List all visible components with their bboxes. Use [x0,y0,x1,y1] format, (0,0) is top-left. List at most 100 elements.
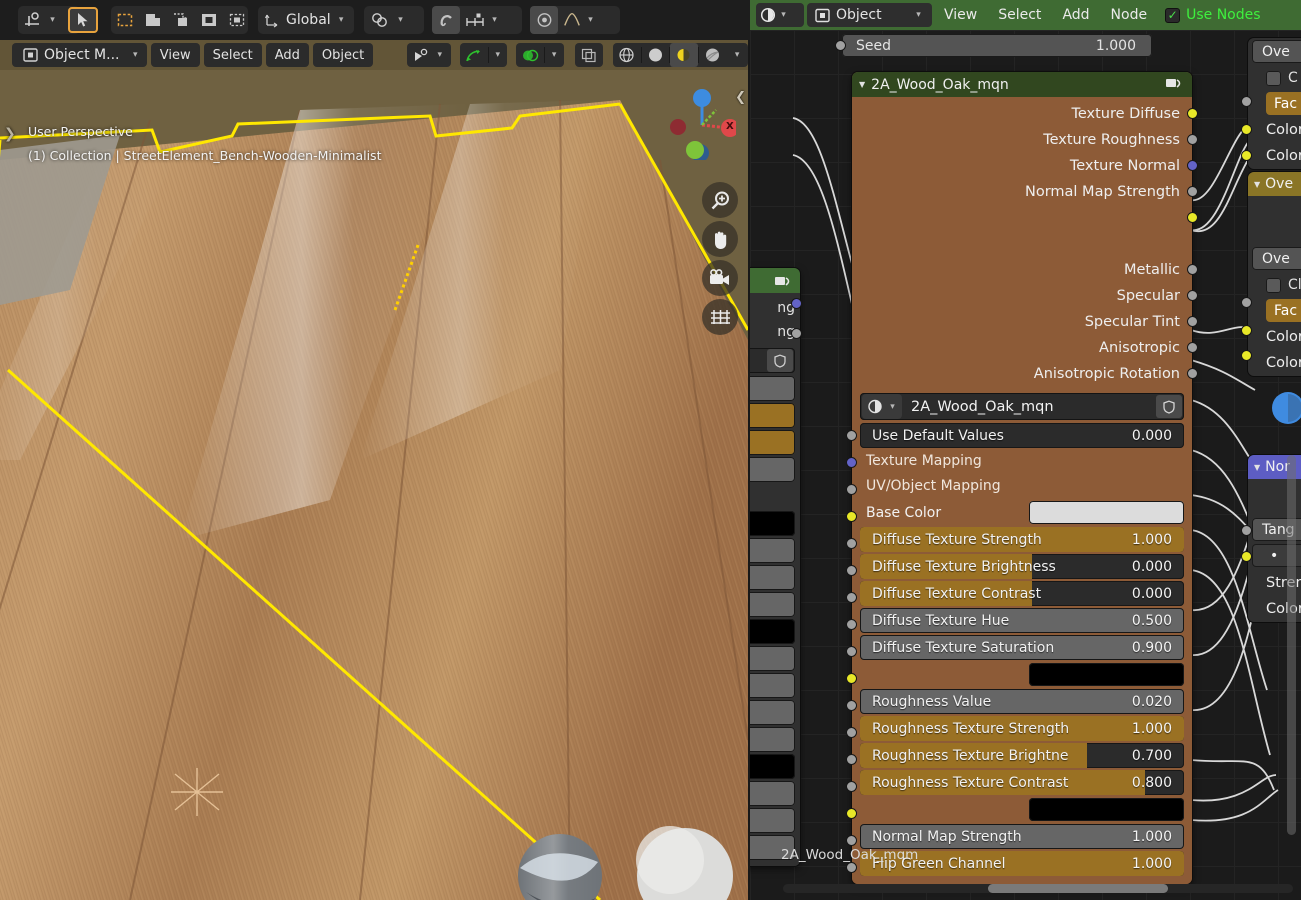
left-node-field[interactable] [750,727,795,752]
vertical-scrollbar[interactable] [1287,455,1296,835]
node-input-field[interactable]: Flip Green Channel 1.000 [860,851,1184,876]
material-datablock-icon[interactable]: ▾ [862,394,902,419]
input-socket[interactable] [846,565,857,576]
left-node-datablock[interactable] [750,348,795,373]
input-socket[interactable] [846,619,857,630]
gizmo-dropdown[interactable]: ▾ [459,43,508,67]
input-socket[interactable] [846,835,857,846]
use-nodes-checkbox[interactable]: ✓ [1165,7,1181,23]
left-node-field[interactable]: 00 [750,457,795,482]
material-datablock-row[interactable]: ▾ 2A_Wood_Oak_mqn [860,393,1184,420]
base-color-swatch[interactable] [1029,501,1184,524]
fake-user-icon[interactable] [1156,395,1182,418]
horizontal-scrollbar[interactable] [783,884,1293,893]
collapse-triangle-icon[interactable]: ▼ [859,80,865,89]
mix-top-fac-socket[interactable] [1241,96,1252,107]
left-node-field[interactable]: 00 [750,376,795,401]
select-subtract-icon[interactable] [167,6,195,34]
bsdf-node-partial[interactable] [1270,390,1301,426]
blend-mode-button-bottom[interactable]: Ove [1252,247,1301,270]
output-socket[interactable] [1187,264,1198,275]
material-preview-icon[interactable] [670,43,698,67]
left-partial-node[interactable]: ng ng 0000000000000000000 [750,268,800,866]
node-menu-node[interactable]: Node [1102,3,1157,27]
input-socket[interactable] [846,538,857,549]
left-node-field[interactable]: 0 [750,781,795,806]
node-input-field[interactable]: Roughness Value 0.020 [860,689,1184,714]
node-input-field[interactable]: Diffuse Texture Contrast 0.000 [860,581,1184,606]
left-node-socket-value[interactable] [791,328,802,339]
mix-node-bottom[interactable]: ▼ Ove Ove Cl Fac Color Color [1248,172,1301,376]
camera-view-button[interactable] [702,260,738,296]
input-socket[interactable] [846,727,857,738]
left-node-header[interactable] [750,268,800,293]
mix-top-color1-socket[interactable] [1241,124,1252,135]
material-name-field[interactable]: 2A_Wood_Oak_mqn [904,399,1156,415]
left-node-field[interactable]: 0 [750,808,795,833]
main-shader-group-node[interactable]: ▼ 2A_Wood_Oak_mqn Texture Diffuse Texture… [852,72,1192,884]
select-intersect-icon[interactable] [223,6,251,34]
editor-type-selector[interactable]: ▾ [756,3,804,27]
mix-top-color2-socket[interactable] [1241,150,1252,161]
xray-toggle[interactable] [574,43,603,67]
input-socket[interactable] [846,484,857,495]
node-input-field[interactable] [860,797,1184,822]
node-input-field[interactable] [860,662,1184,687]
left-node-field[interactable]: 0 [750,673,795,698]
output-socket[interactable] [1187,186,1198,197]
output-socket[interactable] [1187,160,1198,171]
clamp-checkbox-bottom[interactable] [1266,277,1281,293]
input-socket[interactable] [846,511,857,522]
output-socket[interactable] [1187,342,1198,353]
zoom-tool-button[interactable] [702,182,738,218]
left-node-field[interactable] [750,592,795,617]
fac-field-top[interactable]: Fac [1266,92,1301,115]
mix-bottom-color1-socket[interactable] [1241,325,1252,336]
node-input-field[interactable]: Roughness Texture Strength 1.000 [860,716,1184,741]
collapse-triangle-icon[interactable]: ▼ [1254,463,1260,472]
input-socket[interactable] [846,430,857,441]
snap-increment-icon[interactable] [460,6,490,34]
interaction-mode-dropdown[interactable]: Object M... ▾ [12,43,147,67]
output-socket[interactable] [1187,108,1198,119]
input-socket[interactable] [846,781,857,792]
viewport-menu-view[interactable]: View [150,43,200,67]
solid-icon[interactable] [642,43,670,67]
node-menu-view[interactable]: View [935,3,986,27]
mix-node-top[interactable]: Ove C Fac Color Color [1248,38,1301,169]
node-input-field[interactable]: Roughness Texture Brightne 0.700 [860,743,1184,768]
overlays-dropdown[interactable]: ▾ [516,43,564,67]
falloff-curve-icon[interactable] [558,6,586,34]
normal-color-socket[interactable] [1241,551,1252,562]
snap-magnet-icon[interactable] [432,6,460,34]
color-swatch-black[interactable] [1029,798,1184,821]
clamp-checkbox-top[interactable] [1266,70,1281,86]
left-node-socket-normal[interactable] [791,298,802,309]
input-socket[interactable] [846,862,857,873]
seed-field[interactable]: Seed 1.000 [842,34,1152,57]
node-input-field[interactable]: Base Color [860,500,1184,525]
output-socket[interactable] [1187,290,1198,301]
node-menu-select[interactable]: Select [989,3,1050,27]
shader-node-editor[interactable]: ▾ Object ▾ View Select Add Node ✓ Use No… [750,0,1301,900]
mix-bottom-fac-socket[interactable] [1241,297,1252,308]
nav-collapse-icon[interactable]: ❮ [735,90,746,105]
left-node-field[interactable]: 0 [750,511,795,536]
viewport-menu-add[interactable]: Add [265,43,309,67]
pan-tool-button[interactable] [702,221,738,257]
input-socket[interactable] [846,592,857,603]
mix-node-bottom-header[interactable]: ▼ Ove [1248,172,1301,196]
toggle-ortho-button[interactable] [702,299,738,335]
select-invert-icon[interactable] [195,6,223,34]
output-socket[interactable] [1187,368,1198,379]
wireframe-icon[interactable] [613,43,641,67]
proportional-edit-group[interactable]: ▾ [530,6,620,34]
left-node-field[interactable]: 0 [750,619,795,644]
clamp-checkbox-row-top[interactable]: C [1248,66,1301,90]
navigation-gizmo[interactable]: X [664,88,739,162]
left-node-field[interactable]: 0 [750,700,795,725]
fac-field-bottom[interactable]: Fac [1266,299,1301,322]
viewport-menu-object[interactable]: Object [312,43,374,67]
sidebar-expand-arrow[interactable]: ❯ [4,126,16,142]
fake-user-icon[interactable] [767,349,793,372]
